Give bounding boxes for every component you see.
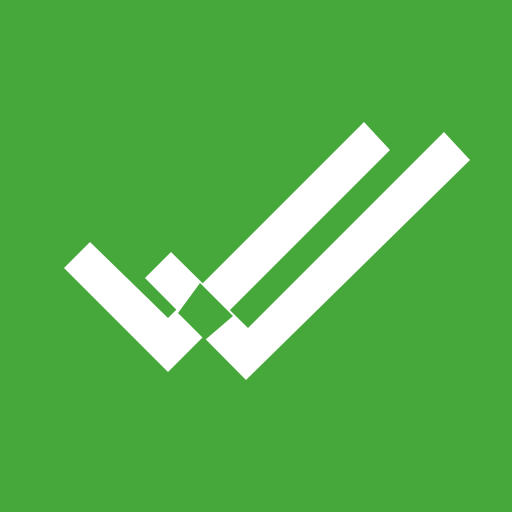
double-checkmark-icon [64,122,470,380]
app-icon-tile [0,0,512,512]
